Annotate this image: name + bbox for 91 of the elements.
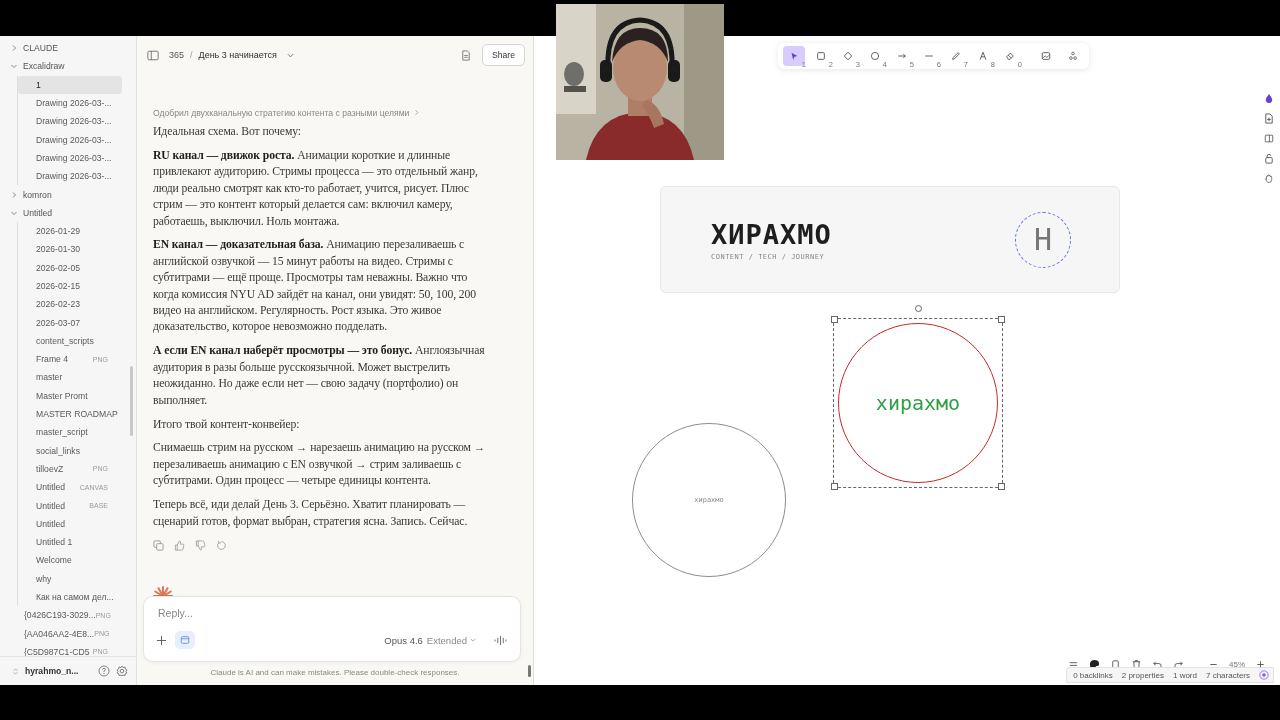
file-item[interactable]: 2026-03-07 (18, 313, 122, 332)
zoom-level[interactable]: 45% (1229, 660, 1245, 669)
thumbs-up-icon[interactable] (174, 539, 185, 551)
file-item[interactable]: Как на самом дел... (18, 587, 122, 607)
drop-icon[interactable] (1264, 93, 1274, 104)
shapes-icon (1068, 51, 1078, 61)
file-item[interactable]: Drawing 2026-03-... (18, 130, 122, 149)
logo-title: ХИРАХМО (711, 218, 833, 250)
folder-icon (180, 635, 190, 645)
project-link[interactable]: 365 (169, 50, 185, 60)
file-add-icon[interactable] (1264, 113, 1274, 124)
message-paragraph: Снимаешь стрим на русском → нарезаешь анимацию на русском → перезаливаешь анимацию с EN озвучкой → стрим заливаешь с субтитрами. Один процесс — четыре единицы контента. (153, 440, 487, 490)
switch-icon[interactable] (12, 666, 19, 676)
status-item: 7 characters (1205, 670, 1250, 680)
pencil-icon (951, 51, 961, 61)
project-toggle-button[interactable] (175, 631, 195, 649)
redo-icon[interactable] (1173, 659, 1184, 670)
folder-item[interactable]: Excalidraw (0, 57, 136, 76)
file-item[interactable]: 2026-02-15 (18, 276, 122, 296)
document-icon[interactable] (460, 49, 473, 61)
status-item: 1 word (1172, 670, 1197, 680)
file-item[interactable]: why (18, 569, 122, 588)
retry-icon[interactable] (216, 539, 227, 551)
chat-title[interactable]: День 3 начинается (198, 50, 277, 60)
file-item[interactable]: Master Promt (18, 386, 122, 405)
folder-item[interactable]: komron (0, 185, 136, 204)
reply-field[interactable]: Reply... (156, 605, 508, 621)
file-item[interactable]: social_links (18, 441, 122, 460)
settings-icon[interactable] (116, 665, 128, 677)
file-item[interactable]: 2026-01-30 (18, 240, 122, 259)
status-item: 0 backlinks (1073, 670, 1113, 680)
message-paragraph: Итого твой контент-конвейер: (153, 416, 301, 433)
file-item[interactable]: content_scripts (18, 331, 122, 351)
file-item[interactable]: 2026-01-29 (18, 221, 122, 241)
status-item: 2 properties (1121, 670, 1164, 680)
undo-icon[interactable] (1152, 659, 1163, 670)
file-item[interactable]: MASTER ROADMAP (18, 404, 122, 424)
folder-item[interactable]: Untitled (0, 203, 136, 222)
file-item[interactable]: Untitled (18, 514, 122, 533)
reply-box[interactable]: Reply... Opus 4.6 Extended (143, 596, 521, 662)
vault-name[interactable]: hyrahmo_n... (25, 666, 92, 676)
message-paragraph: Идеальная схема. Вот почему: (153, 124, 302, 140)
cursor-icon (789, 51, 799, 61)
message-paragraph: EN канал — доказательная база. Анимацию перезаливаешь с английской озвучкой — 15 минут работы на видео. Стримы с субтитрами — ещё проще. Просмотры там неважны. Важно что когда комиссия NYU AD зайдёт на канал, они увидят: 50, 100, 200 видео на английском. Регулярность. Рост языка. Это живое доказательство, которое невозможно подделать. (153, 237, 477, 336)
model-selector[interactable]: Opus 4.6 (384, 634, 423, 646)
copy-icon[interactable] (153, 539, 164, 551)
file-item[interactable]: master (18, 368, 122, 387)
split-view-icon[interactable] (1264, 133, 1274, 144)
message-paragraph: Теперь всё, иди делай День 3. Серьёзно. Хватит планировать — сценарий готов, формат выбран, стратегия ясна. Запись. Сейчас. (153, 497, 469, 530)
trash-icon[interactable] (1131, 659, 1142, 670)
rectangle-icon (816, 51, 826, 61)
scrollbar[interactable] (130, 366, 133, 436)
hand-icon[interactable] (1264, 173, 1274, 184)
sidebar-toggle-icon[interactable] (147, 49, 159, 61)
chevron-down-icon[interactable] (469, 636, 477, 644)
file-item[interactable]: 1 (18, 75, 122, 94)
breadcrumb-separator: / (190, 50, 193, 60)
thinking-summary[interactable]: Одобрил двухканальную стратегию контента с разными целями (153, 108, 493, 118)
sync-icon[interactable] (1259, 670, 1269, 680)
circle-label: хирахмо (875, 391, 961, 415)
mode-selector[interactable]: Extended (426, 634, 467, 646)
file-item[interactable]: Drawing 2026-03-... (18, 148, 122, 168)
copy-icon[interactable] (1110, 659, 1121, 670)
file-item[interactable]: Welcome (18, 551, 122, 570)
folder-item[interactable]: CLAUDE (0, 39, 136, 58)
plus-icon[interactable] (156, 634, 167, 646)
arrow-icon (897, 51, 907, 61)
help-icon[interactable] (98, 665, 110, 677)
message-paragraph: А если EN канал наберёт просмотры — это бонус. Англоязычная аудитория в разы больше русскоязычной. Может выстрелить неожиданно. Но даже если нет — свою задачу (портфолио) он выполняет. (153, 343, 486, 409)
share-button[interactable]: Share (482, 44, 525, 66)
zoom-in-icon[interactable] (1255, 659, 1266, 670)
eraser-icon (1005, 51, 1015, 61)
disclaimer-text: Claude is AI and can make mistakes. Please double-check responses. (210, 667, 460, 679)
scrollbar[interactable] (528, 665, 531, 677)
message-paragraph: RU канал — движок роста. Анимации короткие и длинные привлекают аудиторию. Стримы процесса — это отдельный жанр, люди реально смотрят как кто-то работает, учится, рисует. Плюс стрим — это контент который делается сам: включил камеру, работаешь, выключил. Ноль монтажа. (153, 147, 479, 230)
lock-icon[interactable] (1264, 153, 1274, 164)
file-item[interactable]: Drawing 2026-03-... (18, 112, 122, 131)
text-icon (978, 51, 988, 61)
file-item[interactable]: Drawing 2026-03-... (18, 93, 122, 113)
image-icon (1041, 51, 1051, 61)
ellipse-icon (870, 51, 880, 61)
file-item[interactable]: Untitled 1 (18, 533, 122, 552)
rotation-handle[interactable] (915, 305, 922, 312)
chevron-right-icon (413, 109, 421, 116)
thumbs-down-icon[interactable] (195, 539, 206, 551)
file-item[interactable]: 2026-02-05 (18, 258, 122, 277)
file-item[interactable]: master_script (18, 423, 122, 442)
voice-icon[interactable] (493, 634, 508, 646)
file-item[interactable]: Drawing 2026-03-... (18, 167, 122, 186)
file-item[interactable]: 2026-02-23 (18, 295, 122, 314)
diamond-icon (843, 51, 853, 61)
